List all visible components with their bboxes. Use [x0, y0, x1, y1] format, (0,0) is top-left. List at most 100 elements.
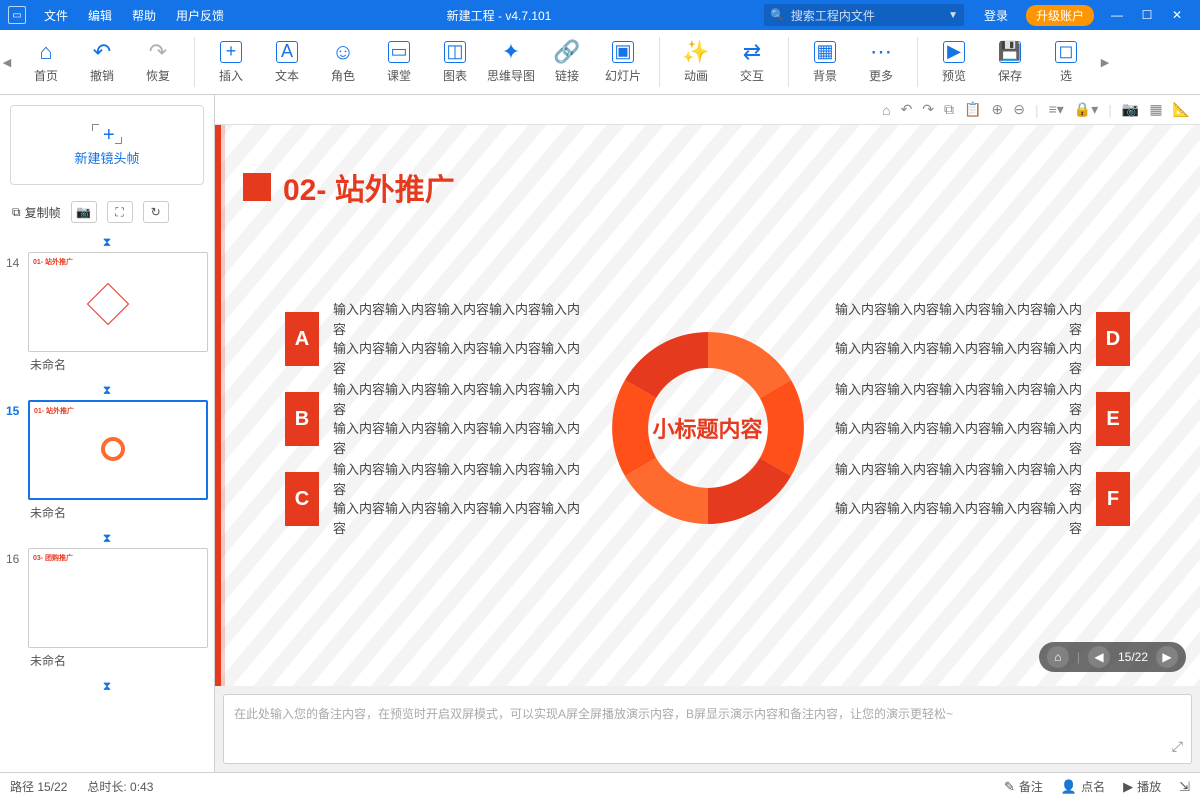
thumb-image[interactable]: 03- 团购推广 — [28, 548, 208, 648]
transition-icon[interactable]: ⧗ — [6, 233, 208, 252]
zoom-out-icon[interactable]: ⊖ — [1013, 101, 1025, 118]
camera-tool-icon[interactable]: 📷 — [1122, 101, 1139, 118]
maximize-button[interactable]: ☐ — [1132, 8, 1162, 22]
link-button[interactable]: 🔗链接 — [539, 32, 595, 92]
scan-button[interactable]: ⛶ — [107, 201, 133, 223]
canvas-home-icon[interactable]: ⌂ — [882, 102, 890, 118]
donut-chart[interactable]: 小标题内容 — [588, 308, 828, 548]
copy-icon: ⧉ — [12, 205, 21, 220]
transition-icon[interactable]: ⧗ — [6, 381, 208, 400]
badge-c: C — [285, 472, 319, 526]
text-button[interactable]: A文本 — [259, 32, 315, 92]
status-notes-button[interactable]: ✎备注 — [1004, 778, 1043, 795]
search-icon: 🔍 — [770, 8, 785, 22]
login-button[interactable]: 登录 — [974, 7, 1018, 24]
grid-icon[interactable]: ▦ — [1149, 101, 1162, 118]
class-button[interactable]: ▭课堂 — [371, 32, 427, 92]
toolbar-scroll-left[interactable]: ◀ — [0, 56, 14, 69]
nav-next-button[interactable]: ▶ — [1156, 646, 1178, 668]
badge-d: D — [1096, 312, 1130, 366]
thumbnail-list[interactable]: ⧗ 14 01- 站外推广 未命名 ⧗ 15 01- 站外推广 未命名 ⧗ 16 — [0, 233, 214, 772]
undo-button[interactable]: ↶撤销 — [74, 32, 130, 92]
item-e[interactable]: E 输入内容输入内容输入内容输入内容输入内容输入内容输入内容输入内容输入内容输入… — [832, 380, 1130, 458]
slide-title[interactable]: 02- 站外推广 — [243, 165, 455, 209]
menu-edit[interactable]: 编辑 — [78, 7, 122, 24]
slide-canvas[interactable]: 02- 站外推广 小标题内容 — [215, 125, 1200, 686]
thumb-image[interactable]: 01- 站外推广 — [28, 252, 208, 352]
bg-icon: ▦ — [814, 41, 836, 63]
select-button[interactable]: ◻选 — [1038, 32, 1094, 92]
thumb-name: 未命名 — [28, 648, 208, 673]
badge-e: E — [1096, 392, 1130, 446]
thumb-14[interactable]: 14 01- 站外推广 未命名 — [6, 252, 208, 377]
thumb-16[interactable]: 16 03- 团购推广 未命名 — [6, 548, 208, 673]
redo-button[interactable]: ↷恢复 — [130, 32, 186, 92]
item-c[interactable]: C 输入内容输入内容输入内容输入内容输入内容输入内容输入内容输入内容输入内容输入… — [285, 460, 583, 538]
zoom-in-icon[interactable]: ⊕ — [991, 101, 1003, 118]
copy-frame-button[interactable]: ⧉复制帧 — [12, 204, 61, 221]
redo-icon: ↷ — [147, 41, 169, 63]
thumb-name: 未命名 — [28, 500, 208, 525]
role-button[interactable]: ☺角色 — [315, 32, 371, 92]
canvas-paste-icon[interactable]: 📋 — [964, 101, 981, 118]
insert-button[interactable]: +插入 — [203, 32, 259, 92]
pencil-icon: ✎ — [1004, 779, 1015, 795]
canvas-redo-icon[interactable]: ↷ — [922, 101, 934, 118]
mindmap-button[interactable]: ✦思维导图 — [483, 32, 539, 92]
item-b[interactable]: B 输入内容输入内容输入内容输入内容输入内容输入内容输入内容输入内容输入内容输入… — [285, 380, 583, 458]
transition-icon[interactable]: ⧗ — [6, 529, 208, 548]
upgrade-button[interactable]: 升级账户 — [1026, 5, 1094, 26]
toolbar-scroll-right[interactable]: ▶ — [1098, 56, 1112, 69]
badge-a: A — [285, 312, 319, 366]
transition-icon[interactable]: ⧗ — [6, 677, 208, 696]
menu-bar: ▭ 文件 编辑 帮助 用户反馈 新建工程 - v4.7.101 🔍 搜索工程内文… — [0, 0, 1200, 30]
camera-icon: 📷 — [76, 205, 91, 219]
item-f[interactable]: F 输入内容输入内容输入内容输入内容输入内容输入内容输入内容输入内容输入内容输入… — [832, 460, 1130, 538]
status-author-button[interactable]: 👤点名 — [1061, 778, 1105, 795]
slide-title-text: 02- 站外推广 — [283, 165, 455, 209]
loop-button[interactable]: ↻ — [143, 201, 169, 223]
chart-button[interactable]: ◫图表 — [427, 32, 483, 92]
new-frame-button[interactable]: + 新建镜头帧 — [10, 105, 204, 185]
home-button[interactable]: ⌂首页 — [18, 32, 74, 92]
more-icon: ⋯ — [870, 41, 892, 63]
lock-icon[interactable]: 🔒▾ — [1074, 101, 1098, 118]
thumb-name: 未命名 — [28, 352, 208, 377]
menu-help[interactable]: 帮助 — [122, 7, 166, 24]
item-a[interactable]: A 输入内容输入内容输入内容输入内容输入内容输入内容输入内容输入内容输入内容输入… — [285, 300, 583, 378]
thumb-15[interactable]: 15 01- 站外推广 未命名 — [6, 400, 208, 525]
align-icon[interactable]: ≡▾ — [1049, 101, 1064, 118]
save-button[interactable]: 💾保存 — [982, 32, 1038, 92]
slide-panel: + 新建镜头帧 ⧉复制帧 📷 ⛶ ↻ ⧗ 14 01- 站外推广 未命名 ⧗ 1… — [0, 95, 215, 772]
menu-file[interactable]: 文件 — [34, 7, 78, 24]
nav-home-button[interactable]: ⌂ — [1047, 646, 1069, 668]
nav-prev-button[interactable]: ◀ — [1088, 646, 1110, 668]
status-export-button[interactable]: ⇲ — [1179, 779, 1190, 795]
more-button[interactable]: ⋯更多 — [853, 32, 909, 92]
notes-area[interactable]: 在此处输入您的备注内容，在预览时开启双屏模式，可以实现A屏全屏播放演示内容，B屏… — [223, 694, 1192, 764]
canvas-copy-icon[interactable]: ⧉ — [944, 101, 954, 118]
ruler-icon[interactable]: 📐 — [1173, 101, 1190, 118]
badge-b: B — [285, 392, 319, 446]
anim-button[interactable]: ✨动画 — [668, 32, 724, 92]
item-d[interactable]: D 输入内容输入内容输入内容输入内容输入内容输入内容输入内容输入内容输入内容输入… — [832, 300, 1130, 378]
close-button[interactable]: ✕ — [1162, 8, 1192, 22]
play-icon: ▶ — [1123, 779, 1133, 795]
notes-expand-icon[interactable]: ⤢ — [1172, 738, 1183, 755]
slideshow-button[interactable]: ▣幻灯片 — [595, 32, 651, 92]
status-path: 路径 15/22 — [10, 778, 67, 795]
bg-button[interactable]: ▦背景 — [797, 32, 853, 92]
select-icon: ◻ — [1055, 41, 1077, 63]
menu-feedback[interactable]: 用户反馈 — [166, 7, 234, 24]
search-input[interactable]: 🔍 搜索工程内文件 ▼ — [764, 4, 964, 26]
search-dropdown-icon[interactable]: ▼ — [948, 10, 958, 21]
minimize-button[interactable]: — — [1102, 8, 1132, 22]
plus-icon: + — [103, 124, 115, 147]
camera-button[interactable]: 📷 — [71, 201, 97, 223]
interact-button[interactable]: ⇄交互 — [724, 32, 780, 92]
status-play-button[interactable]: ▶播放 — [1123, 778, 1161, 795]
canvas-undo-icon[interactable]: ↶ — [901, 101, 913, 118]
text-icon: A — [276, 41, 298, 63]
preview-button[interactable]: ▶预览 — [926, 32, 982, 92]
thumb-image[interactable]: 01- 站外推广 — [28, 400, 208, 500]
